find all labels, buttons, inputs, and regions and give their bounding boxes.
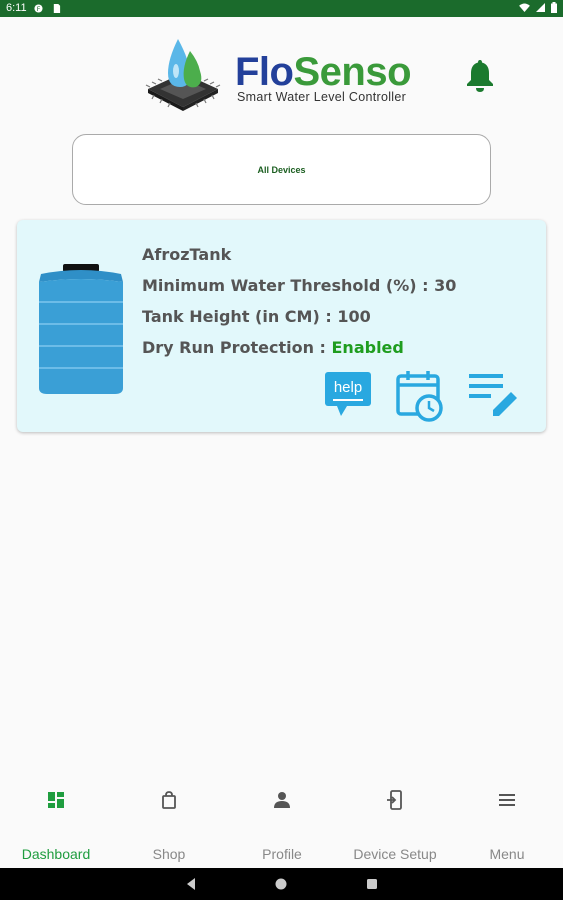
dry-run-label: Dry Run Protection : bbox=[142, 338, 332, 357]
tank-height-row: Tank Height (in CM) : 100 bbox=[142, 301, 456, 332]
threshold-row: Minimum Water Threshold (%) : 30 bbox=[142, 270, 456, 301]
all-devices-label: All Devices bbox=[257, 164, 306, 175]
notification-bell-icon[interactable] bbox=[460, 55, 500, 95]
tank-height-value: 100 bbox=[337, 307, 371, 326]
nav-label-device-setup: Device Setup bbox=[353, 846, 437, 862]
signal-icon bbox=[536, 3, 545, 12]
menu-icon bbox=[499, 794, 515, 806]
recents-icon[interactable] bbox=[365, 877, 379, 891]
phone-setup-icon bbox=[387, 790, 402, 810]
system-navigation-bar bbox=[0, 868, 563, 900]
nav-label-dashboard: Dashboard bbox=[21, 846, 91, 862]
notification-app-icon: F bbox=[34, 4, 43, 13]
back-icon[interactable] bbox=[184, 877, 198, 891]
device-card[interactable]: AfrozTank Minimum Water Threshold (%) : … bbox=[17, 220, 546, 432]
nav-item-dashboard[interactable]: Dashboard bbox=[0, 776, 112, 868]
dashboard-icon bbox=[48, 792, 64, 808]
nav-item-menu[interactable]: Menu bbox=[451, 776, 563, 868]
sim-card-icon bbox=[53, 4, 61, 13]
schedule-calendar-icon[interactable] bbox=[395, 370, 445, 422]
status-time: 6:11 bbox=[6, 2, 27, 14]
threshold-label: Minimum Water Threshold (%) : bbox=[142, 276, 435, 295]
battery-icon bbox=[551, 2, 557, 13]
app-brand-title: FloSenso bbox=[235, 50, 412, 94]
wifi-icon bbox=[519, 3, 530, 12]
flosenso-logo-icon bbox=[145, 39, 221, 111]
shopping-bag-icon bbox=[162, 791, 176, 809]
tank-height-label: Tank Height (in CM) : bbox=[142, 307, 338, 326]
threshold-value: 30 bbox=[434, 276, 457, 295]
help-icon-text: help bbox=[334, 379, 362, 396]
device-name: AfrozTank bbox=[142, 245, 232, 264]
brand-part-flo: Flo bbox=[235, 50, 294, 94]
person-icon bbox=[274, 792, 290, 808]
edit-device-icon[interactable] bbox=[467, 372, 519, 416]
device-info: AfrozTank Minimum Water Threshold (%) : … bbox=[142, 239, 456, 363]
app-tagline: Smart Water Level Controller bbox=[237, 90, 407, 104]
nav-label-profile: Profile bbox=[262, 846, 302, 862]
dry-run-status: Enabled bbox=[331, 338, 404, 357]
nav-label-menu: Menu bbox=[489, 846, 525, 862]
brand-part-senso: Senso bbox=[293, 50, 412, 94]
all-devices-selector[interactable]: All Devices bbox=[72, 134, 491, 205]
nav-item-profile[interactable]: Profile bbox=[226, 776, 338, 868]
nav-item-shop[interactable]: Shop bbox=[113, 776, 225, 868]
home-icon[interactable] bbox=[274, 877, 288, 891]
help-icon[interactable]: help bbox=[323, 370, 373, 420]
nav-item-device-setup[interactable]: Device Setup bbox=[339, 776, 451, 868]
status-bar: 6:11 F bbox=[0, 0, 563, 17]
water-tank-icon bbox=[39, 264, 123, 394]
nav-label-shop: Shop bbox=[152, 846, 186, 862]
app-header: FloSenso Smart Water Level Controller bbox=[0, 17, 563, 117]
bottom-navigation: Dashboard Shop Profile Device Setup Menu bbox=[0, 776, 563, 868]
dry-run-row: Dry Run Protection : Enabled bbox=[142, 332, 456, 363]
svg-text:F: F bbox=[37, 6, 41, 13]
